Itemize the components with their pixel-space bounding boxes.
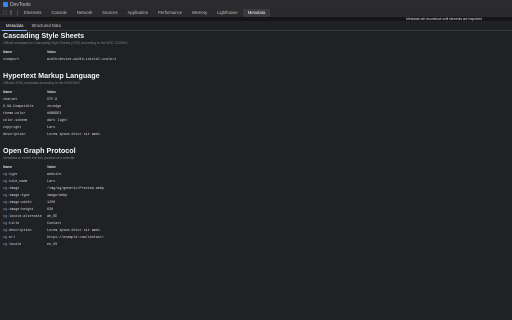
meta-value: ie=edge <box>47 104 62 109</box>
meta-name: copyright <box>3 125 22 130</box>
meta-name: charset <box>3 97 18 102</box>
table-row: og:type website <box>3 171 108 178</box>
section-title: Hypertext Markup Language <box>3 71 100 80</box>
meta-name: description <box>3 132 26 137</box>
table-row: og:description Lorem ipsum dolor sit amet… <box>3 227 108 234</box>
html-table: Name Value charset UTF-8 X-UA-Compatible i… <box>3 89 106 138</box>
table-row: og:image:height 630 <box>3 206 108 213</box>
tab-console[interactable]: Console <box>46 9 71 17</box>
meta-value: 1200 <box>47 200 56 205</box>
tab-metadata[interactable]: Metadata <box>242 9 271 17</box>
metadata-subtab-bar: Metadata Structured Data <box>0 22 512 31</box>
meta-value: #6B8DE3 <box>47 111 62 116</box>
subtab-structured-data[interactable]: Structured Data <box>27 22 64 30</box>
tab-sources[interactable]: Sources <box>97 9 122 17</box>
meta-value: Lorem ipsum dolor sit amet. <box>47 228 102 233</box>
window-titlebar: DevTools <box>0 0 512 9</box>
meta-name: type <box>9 172 18 177</box>
tab-elements[interactable]: Elements <box>19 9 46 17</box>
section-html: Hypertext Markup Language Official HTML … <box>3 72 509 138</box>
meta-value: /img/og/generic/Preview.webp <box>47 186 104 191</box>
meta-name: url <box>9 235 16 240</box>
subtab-metadata[interactable]: Metadata <box>2 22 28 31</box>
table-row: og:image/img/og/generic/Preview.webp <box>3 185 108 192</box>
table-row: og:image:type image/webp <box>3 192 108 199</box>
section-open-graph: Open Graph Protocol Metadata to enrich t… <box>3 147 509 248</box>
meta-name: locale:alternate <box>9 214 42 219</box>
meta-name: image <box>9 186 20 191</box>
table-row: og:locale en_US <box>3 241 108 248</box>
meta-name: image:type <box>9 193 30 198</box>
table-row: og:title Contact <box>3 220 108 227</box>
table-row: X-UA-Compatible ie=edge <box>3 103 106 110</box>
section-title: Cascading Style Sheets <box>3 31 85 40</box>
meta-value: de_DE <box>47 214 58 219</box>
column-header-name: Name <box>3 50 13 54</box>
tab-network[interactable]: Network <box>72 9 97 17</box>
section-title: Open Graph Protocol <box>3 146 76 155</box>
meta-value: en_US <box>47 242 58 247</box>
table-row: og:locale:alternate de_DE <box>3 213 108 220</box>
meta-name: X-UA-Compatible <box>3 104 34 109</box>
table-row: og:image:width 1200 <box>3 199 108 206</box>
table-row: og:site_name Lars <box>3 178 108 185</box>
table-row: color-scheme dark light <box>3 117 106 124</box>
table-row: description Lorem ipsum dolor sit amet. <box>3 131 106 138</box>
meta-value: website <box>47 172 62 177</box>
meta-name: image:height <box>9 207 34 212</box>
column-header-value: Value <box>47 90 56 94</box>
meta-value: Contact <box>47 221 62 226</box>
column-header-name: Name <box>3 165 13 169</box>
table-row: charset UTF-8 <box>3 96 106 103</box>
notice-text: Metadata will reconstruct until elements… <box>406 17 482 21</box>
meta-name: description <box>9 228 32 233</box>
table-row: og:url https://example.com/contact/ <box>3 234 108 241</box>
column-header-name: Name <box>3 90 13 94</box>
meta-value: dark light <box>47 118 68 123</box>
meta-value: Lorem ipsum dolor sit amet. <box>47 132 102 137</box>
meta-value: width=device-width,initial-scale=1 <box>47 57 117 62</box>
meta-name: viewport <box>3 57 20 62</box>
window-title: DevTools <box>10 1 31 8</box>
section-description: Metadata to enrich the link preview of a… <box>3 156 76 160</box>
meta-value: https://example.com/contact/ <box>47 235 104 240</box>
meta-name: image:width <box>9 200 32 205</box>
tab-lighthouse[interactable]: Lighthouse <box>212 9 243 17</box>
table-row: copyright Lars <box>3 124 106 131</box>
column-header-value: Value <box>47 165 56 169</box>
meta-name: site_name <box>9 179 28 184</box>
meta-name: locale <box>9 242 22 247</box>
section-description: Official metadata for Cascading Style Sh… <box>3 41 129 45</box>
css-table: Name Value viewport width=device-width,i… <box>3 49 120 63</box>
meta-name: color-scheme <box>3 118 28 123</box>
meta-value: 630 <box>47 207 54 212</box>
og-table: Name Value og:type website og:site_name La… <box>3 164 108 248</box>
tab-application[interactable]: Application <box>123 9 154 17</box>
meta-value: UTF-8 <box>47 97 58 102</box>
section-css: Cascading Style Sheets Official metadata… <box>3 32 509 63</box>
tab-performance[interactable]: Performance <box>153 9 187 17</box>
notice-bar: Metadata will reconstruct until elements… <box>0 17 512 21</box>
column-header-value: Value <box>47 50 56 54</box>
tab-memory[interactable]: Memory <box>187 9 212 17</box>
meta-name: title <box>9 221 20 226</box>
meta-value: Lars <box>47 179 56 184</box>
metadata-content: Cascading Style Sheets Official metadata… <box>3 32 509 254</box>
meta-value: image/webp <box>47 193 68 198</box>
toolbar-divider <box>14 10 18 16</box>
meta-value: Lars <box>47 125 56 130</box>
devtools-icon <box>3 2 8 7</box>
meta-name: theme-color <box>3 111 26 116</box>
section-description: Official HTML metadata according to the … <box>3 81 81 85</box>
table-row: theme-color #6B8DE3 <box>3 110 106 117</box>
table-row: viewport width=device-width,initial-scal… <box>3 56 120 63</box>
